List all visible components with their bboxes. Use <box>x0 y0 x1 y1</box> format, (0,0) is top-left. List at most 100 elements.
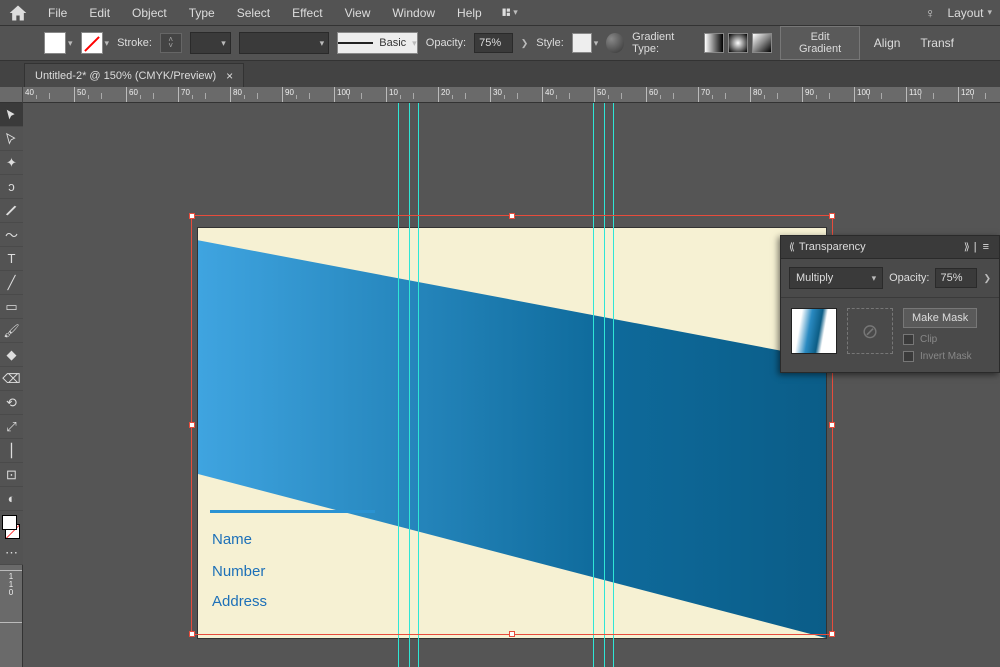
guide-vertical[interactable] <box>418 103 419 667</box>
gradient-type-group <box>704 33 772 53</box>
gradient-linear[interactable] <box>704 33 724 53</box>
gradient-freeform[interactable] <box>752 33 772 53</box>
object-thumbnail[interactable] <box>791 308 837 354</box>
stroke-weight-stepper[interactable]: ˄˅ <box>160 33 182 53</box>
lasso-tool[interactable]: ɔ <box>0 175 23 199</box>
opacity-chevron-icon[interactable]: ❯ <box>521 38 529 49</box>
recolor-icon[interactable] <box>606 33 624 53</box>
make-mask-button[interactable]: Make Mask <box>903 308 977 328</box>
eraser-tool[interactable]: ⌫ <box>0 367 23 391</box>
opacity-value: 75% <box>479 37 501 49</box>
guide-vertical[interactable] <box>593 103 605 667</box>
graphic-style-swatch[interactable]: ▾ <box>572 33 599 53</box>
opacity-popup-icon[interactable]: ❯ <box>983 273 991 284</box>
type-tool[interactable]: T <box>0 247 23 271</box>
checkbox-icon[interactable] <box>903 351 914 362</box>
close-icon[interactable]: × <box>226 69 233 83</box>
paintbrush-tool[interactable]: 🖌 <box>0 319 23 343</box>
options-bar: ▾ ▾ Stroke: ˄˅ ▾ ▾ Basic▾ Opacity: 75% ❯… <box>0 25 1000 61</box>
home-icon[interactable] <box>8 3 28 23</box>
handle[interactable] <box>829 422 835 428</box>
discover-icon[interactable]: ♀ <box>925 5 936 21</box>
canvas[interactable]: Name Number Address <box>23 103 1000 667</box>
stroke-profile-dropdown[interactable]: ▾ <box>239 32 329 54</box>
width-tool[interactable]: ⎮ <box>0 439 23 463</box>
transparency-panel[interactable]: ⟨⟨ Transparency ⟩⟩ | ≡ Multiply ▾ Opacit… <box>780 235 1000 373</box>
handle[interactable] <box>509 213 515 219</box>
free-transform-tool[interactable]: ⊡ <box>0 463 23 487</box>
checkbox-icon[interactable] <box>903 334 914 345</box>
document-tab[interactable]: Untitled-2* @ 150% (CMYK/Preview) × <box>24 63 244 87</box>
handle[interactable] <box>829 213 835 219</box>
divider-icon: | <box>974 241 977 253</box>
arrange-docs-icon[interactable]: ▾ <box>502 5 518 21</box>
menu-window[interactable]: Window <box>382 2 445 24</box>
menu-type[interactable]: Type <box>179 2 225 24</box>
handle[interactable] <box>189 422 195 428</box>
expand-icon[interactable]: ⟩⟩ <box>964 242 968 253</box>
handle[interactable] <box>829 631 835 637</box>
handle[interactable] <box>189 631 195 637</box>
opacity-field[interactable]: 75% <box>474 33 513 53</box>
menu-file[interactable]: File <box>38 2 77 24</box>
edit-gradient-button[interactable]: Edit Gradient <box>780 26 859 60</box>
ruler-origin[interactable] <box>0 87 23 103</box>
gradient-radial[interactable] <box>728 33 748 53</box>
line-tool[interactable]: ╱ <box>0 271 23 295</box>
gradient-type-label: Gradient Type: <box>632 31 696 55</box>
opacity-label: Opacity: <box>426 37 466 49</box>
fill-swatch[interactable]: ▾ <box>44 32 73 54</box>
text-address[interactable]: Address <box>212 593 267 610</box>
ruler-horizontal[interactable]: 4050607080901001020304050607080901001101… <box>23 87 1000 103</box>
scale-tool[interactable]: ⤢ <box>0 415 23 439</box>
magic-wand-tool[interactable]: ✦ <box>0 151 23 175</box>
transform-button[interactable]: Transf <box>914 36 960 50</box>
stroke-label: Stroke: <box>117 37 152 49</box>
text-number[interactable]: Number <box>212 563 265 580</box>
panel-menu-icon[interactable]: ≡ <box>983 241 991 253</box>
workspace-switcher[interactable]: Layout ▾ <box>947 6 992 20</box>
blend-mode-dropdown[interactable]: Multiply ▾ <box>789 267 883 289</box>
stroke-swatch[interactable]: ▾ <box>81 32 110 54</box>
pen-tool[interactable] <box>0 199 23 223</box>
menubar: File Edit Object Type Select Effect View… <box>0 0 1000 25</box>
text-name[interactable]: Name <box>212 531 252 548</box>
document-tabbar: Untitled-2* @ 150% (CMYK/Preview) × <box>0 61 1000 87</box>
stroke-weight-dropdown[interactable]: ▾ <box>190 32 231 54</box>
mask-thumbnail[interactable]: ⊘ <box>847 308 893 354</box>
clip-checkbox-row[interactable]: Clip <box>903 334 977 345</box>
rotate-tool[interactable]: ⟲ <box>0 391 23 415</box>
menu-object[interactable]: Object <box>122 2 177 24</box>
document-tab-title: Untitled-2* @ 150% (CMYK/Preview) <box>35 70 216 82</box>
brush-definition[interactable]: Basic▾ <box>337 32 418 54</box>
panel-opacity-label: Opacity: <box>889 272 929 284</box>
shaper-tool[interactable]: ◆ <box>0 343 23 367</box>
align-button[interactable]: Align <box>868 36 907 50</box>
guide-vertical[interactable] <box>613 103 614 667</box>
invert-checkbox-row[interactable]: Invert Mask <box>903 351 977 362</box>
curvature-tool[interactable]: 〜 <box>0 223 23 247</box>
guide-vertical[interactable] <box>398 103 410 667</box>
fill-stroke-swatches[interactable] <box>0 513 23 541</box>
selection-tool[interactable] <box>0 103 23 127</box>
rectangle-tool[interactable]: ▭ <box>0 295 23 319</box>
gradient-shape[interactable] <box>198 228 826 638</box>
more-tools[interactable]: ⋯ <box>0 541 23 565</box>
panel-title: Transparency <box>799 241 866 253</box>
shape-builder-tool[interactable]: ◐ <box>0 487 23 511</box>
direct-selection-tool[interactable] <box>0 127 23 151</box>
brush-label: Basic <box>379 37 406 49</box>
menu-help[interactable]: Help <box>447 2 492 24</box>
clip-label: Clip <box>920 334 937 345</box>
handle[interactable] <box>189 213 195 219</box>
menu-select[interactable]: Select <box>227 2 280 24</box>
artboard: Name Number Address <box>198 228 826 638</box>
style-label: Style: <box>536 37 564 49</box>
collapse-icon[interactable]: ⟨⟨ <box>789 242 793 253</box>
menu-view[interactable]: View <box>335 2 381 24</box>
menu-edit[interactable]: Edit <box>79 2 120 24</box>
divider-line[interactable] <box>210 510 375 513</box>
panel-header[interactable]: ⟨⟨ Transparency ⟩⟩ | ≡ <box>781 236 999 259</box>
panel-opacity-field[interactable]: 75% <box>935 268 977 288</box>
menu-effect[interactable]: Effect <box>282 2 332 24</box>
